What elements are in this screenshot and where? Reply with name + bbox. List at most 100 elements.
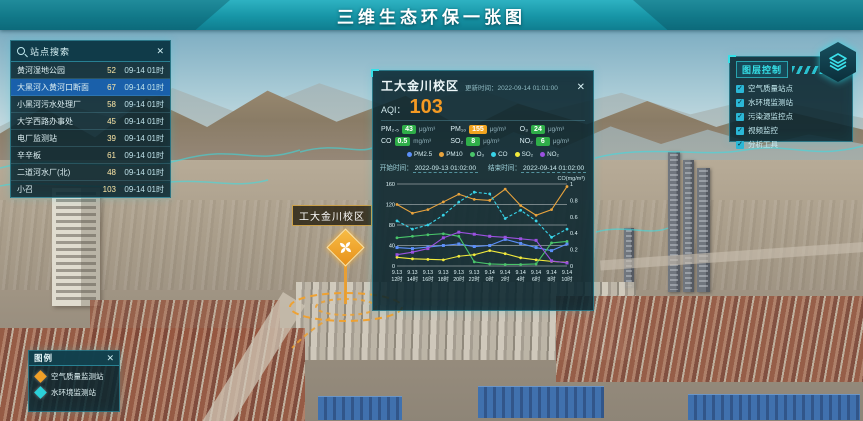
checkbox-icon[interactable]: ✓ (736, 113, 744, 121)
station-name: 二道河水厂(北) (17, 167, 94, 178)
svg-text:160: 160 (386, 182, 395, 188)
chart-legend: PM2.5 PM10 O₃ CO SO₂ NO₂ (381, 151, 585, 158)
svg-text:14时: 14时 (407, 275, 419, 283)
svg-text:0.6: 0.6 (570, 215, 578, 221)
pollutant-value-badge: 0.5 (395, 137, 411, 146)
pollutant-name: O₃ (520, 126, 528, 133)
close-icon[interactable]: ✕ (156, 47, 164, 56)
station-list-item[interactable]: 电厂监测站 39 09-14 01时 (11, 130, 170, 147)
station-search-panel: 站点搜索 ✕ 黄河湿地公园 52 09-14 01时 大黑河入黄河口断面 67 … (10, 40, 171, 198)
legend-item: 水环境监测站 (29, 382, 119, 398)
station-list-item[interactable]: 二道河水厂(北) 48 09-14 01时 (11, 164, 170, 181)
layer-toggle[interactable]: ✓ 污染源监控点 (736, 111, 846, 122)
pollutant-cell: NO₂ 6 μg/m³ (520, 137, 585, 146)
svg-text:16时: 16时 (422, 275, 434, 283)
station-name: 大黑河入黄河口断面 (17, 82, 94, 93)
pollutant-name: CO (381, 138, 392, 145)
svg-text:1: 1 (570, 182, 573, 188)
station-time: 09-14 01时 (116, 82, 164, 93)
station-value: 61 (94, 151, 116, 160)
svg-text:9.13: 9.13 (407, 270, 417, 276)
legend-chip[interactable]: NO₂ (540, 151, 559, 158)
station-name: 大学西路办事处 (17, 116, 94, 127)
station-map-label[interactable]: 工大金川校区 (292, 205, 372, 226)
station-list-item[interactable]: 黄河湿地公园 52 09-14 01时 (11, 62, 170, 79)
legend-label: 空气质量监测站 (51, 371, 104, 382)
tower-building (683, 160, 694, 292)
pollutant-cell: SO₂ 8 μg/m³ (450, 137, 515, 146)
white-building (52, 188, 100, 306)
legend-chip[interactable]: O₃ (470, 151, 484, 158)
pollutant-name: PM₁₀ (450, 126, 466, 133)
svg-text:9.14: 9.14 (546, 270, 556, 276)
checkbox-icon[interactable]: ✓ (736, 141, 744, 149)
svg-text:0.8: 0.8 (570, 198, 578, 204)
pollutant-name: PM₂.₅ (381, 126, 399, 133)
series-label: O₃ (477, 151, 484, 158)
series-color-dot (491, 152, 496, 157)
start-time-field: 开始时间：2022-09-13 01:02:00 (380, 162, 478, 172)
marker-stem (344, 262, 347, 304)
end-time-field: 结束时间：2022-09-14 01:02:00 (488, 162, 586, 172)
time-filter: 开始时间：2022-09-13 01:02:00 结束时间：2022-09-14… (381, 162, 585, 172)
blue-warehouse (478, 386, 604, 418)
svg-text:9.13: 9.13 (423, 270, 433, 276)
station-list-item[interactable]: 大黑河入黄河口断面 67 09-14 01时 (11, 79, 170, 96)
legend-label: 水环境监测站 (51, 387, 96, 398)
legend-chip[interactable]: PM10 (439, 151, 462, 158)
legend-chip[interactable]: CO (491, 151, 507, 158)
checkbox-icon[interactable]: ✓ (736, 99, 744, 107)
blue-warehouse (318, 396, 402, 420)
search-panel-header: 站点搜索 ✕ (11, 41, 170, 62)
map-legend-panel: 图例 ✕ 空气质量监测站 水环境监测站 (28, 350, 120, 412)
svg-text:0.2: 0.2 (570, 248, 578, 254)
layer-label: 水环境监测站 (748, 97, 793, 108)
checkbox-icon[interactable]: ✓ (736, 85, 744, 93)
series-color-dot (470, 152, 475, 157)
layer-toggle[interactable]: ✓ 空气质量站点 (736, 83, 846, 94)
pollutant-value-badge: 24 (531, 125, 545, 134)
svg-text:10时: 10时 (561, 275, 573, 283)
svg-text:0时: 0时 (486, 275, 495, 283)
app-header: 三维生态环保一张图 (0, 0, 863, 30)
pollutant-value-badge: 43 (402, 125, 416, 134)
checkbox-icon[interactable]: ✓ (736, 127, 744, 135)
svg-text:9.14: 9.14 (500, 270, 510, 276)
series-color-dot (540, 152, 545, 157)
close-icon[interactable]: ✕ (106, 354, 114, 363)
layer-label: 空气质量站点 (748, 83, 793, 94)
legend-chip[interactable]: PM2.5 (407, 151, 432, 158)
pollutant-cell: PM₁₀ 155 μg/m³ (450, 125, 515, 134)
series-label: CO (498, 151, 507, 158)
start-time-input[interactable]: 2022-09-13 01:02:00 (413, 165, 478, 173)
svg-text:20时: 20时 (453, 275, 465, 283)
station-name: 辛辛板 (17, 150, 94, 161)
layer-panel-title: 图层控制 (736, 61, 788, 78)
popup-title: 工大金川校区 (381, 77, 459, 94)
station-name: 小召 (17, 184, 94, 195)
layer-toggle[interactable]: ✓ 视频监控 (736, 125, 846, 136)
station-value: 48 (94, 168, 116, 177)
legend-items: 空气质量监测站 水环境监测站 (29, 366, 119, 398)
station-list-item[interactable]: 辛辛板 61 09-14 01时 (11, 147, 170, 164)
svg-text:9.14: 9.14 (515, 270, 525, 276)
station-list-item[interactable]: 小黑河污水处理厂 58 09-14 01时 (11, 96, 170, 113)
layer-toggle[interactable]: ✓ 分析工具 (736, 139, 846, 150)
station-list-item[interactable]: 小召 103 09-14 01时 (11, 181, 170, 198)
blue-warehouse (688, 394, 860, 420)
svg-text:0.4: 0.4 (570, 231, 578, 237)
pollutant-cell: CO 0.5 mg/m³ (381, 137, 446, 146)
legend-chip[interactable]: SO₂ (515, 151, 534, 158)
station-list: 黄河湿地公园 52 09-14 01时 大黑河入黄河口断面 67 09-14 0… (11, 62, 170, 198)
aqi-readout: AQI： 103 (381, 97, 585, 121)
series-label: PM10 (446, 151, 462, 158)
end-time-input[interactable]: 2022-09-14 01:02:00 (521, 165, 586, 173)
search-icon (17, 47, 25, 55)
layers-hex-button[interactable] (820, 42, 856, 82)
series-color-dot (407, 152, 412, 157)
station-value: 67 (94, 83, 116, 92)
svg-text:6时: 6时 (532, 275, 541, 283)
close-icon[interactable]: ✕ (577, 82, 585, 93)
station-list-item[interactable]: 大学西路办事处 45 09-14 01时 (11, 113, 170, 130)
layer-toggle[interactable]: ✓ 水环境监测站 (736, 97, 846, 108)
